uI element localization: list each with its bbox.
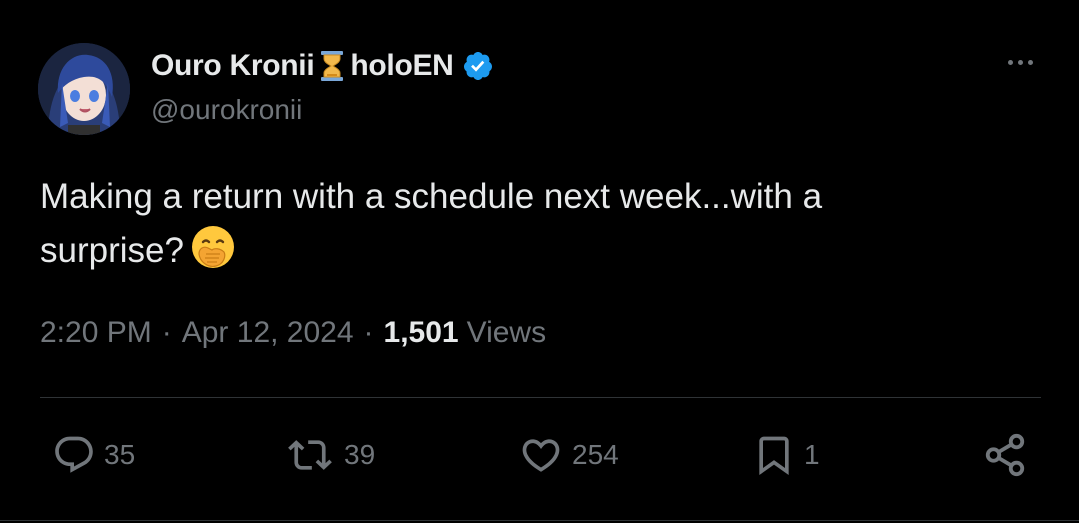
tweet-text-line-2: surprise? (40, 231, 184, 270)
tweet-text: Making a return with a schedule next wee… (40, 170, 1000, 286)
reply-count: 35 (104, 439, 136, 470)
more-dot (1007, 59, 1013, 65)
author-name-row[interactable]: Ouro Kronii holoEN (151, 46, 494, 86)
display-name-suffix[interactable]: holoEN (350, 49, 453, 83)
more-dot (1017, 59, 1023, 65)
reply-button[interactable]: 35 (52, 430, 135, 480)
repost-button[interactable]: 39 (284, 430, 375, 480)
repost-count: 39 (344, 439, 376, 470)
reply-icon (52, 433, 96, 477)
hourglass-icon (320, 50, 344, 82)
like-button[interactable]: 254 (518, 430, 619, 480)
author-handle[interactable]: @ourokronii (151, 94, 302, 126)
display-name[interactable]: Ouro Kronii (151, 49, 315, 83)
avatar-image (38, 43, 130, 135)
tweet-text-line-1: Making a return with a schedule next wee… (40, 177, 823, 216)
tweet-time[interactable]: 2:20 PM (40, 316, 152, 350)
bookmark-icon (752, 432, 796, 478)
repost-icon (284, 433, 336, 477)
tweet-date[interactable]: Apr 12, 2024 (182, 316, 354, 350)
meta-separator: · (363, 316, 374, 349)
bookmark-button[interactable]: 1 (752, 430, 820, 480)
bottom-divider (0, 520, 1079, 521)
more-icon[interactable] (1000, 52, 1040, 72)
heart-icon (518, 433, 564, 477)
divider (40, 397, 1041, 398)
verified-badge-icon[interactable] (462, 50, 494, 82)
more-dot (1027, 59, 1033, 65)
share-button[interactable] (982, 430, 1028, 480)
views-count[interactable]: 1,501 (384, 316, 459, 350)
share-icon (982, 432, 1028, 478)
meta-separator: · (161, 316, 172, 349)
avatar[interactable] (38, 43, 130, 135)
bookmark-count: 1 (804, 439, 820, 470)
like-count: 254 (572, 439, 619, 470)
views-label: Views (466, 316, 547, 349)
face-with-hand-over-mouth-emoji (190, 224, 236, 286)
tweet-meta: 2:20 PM · Apr 12, 2024 · 1,501 Views (40, 316, 546, 350)
